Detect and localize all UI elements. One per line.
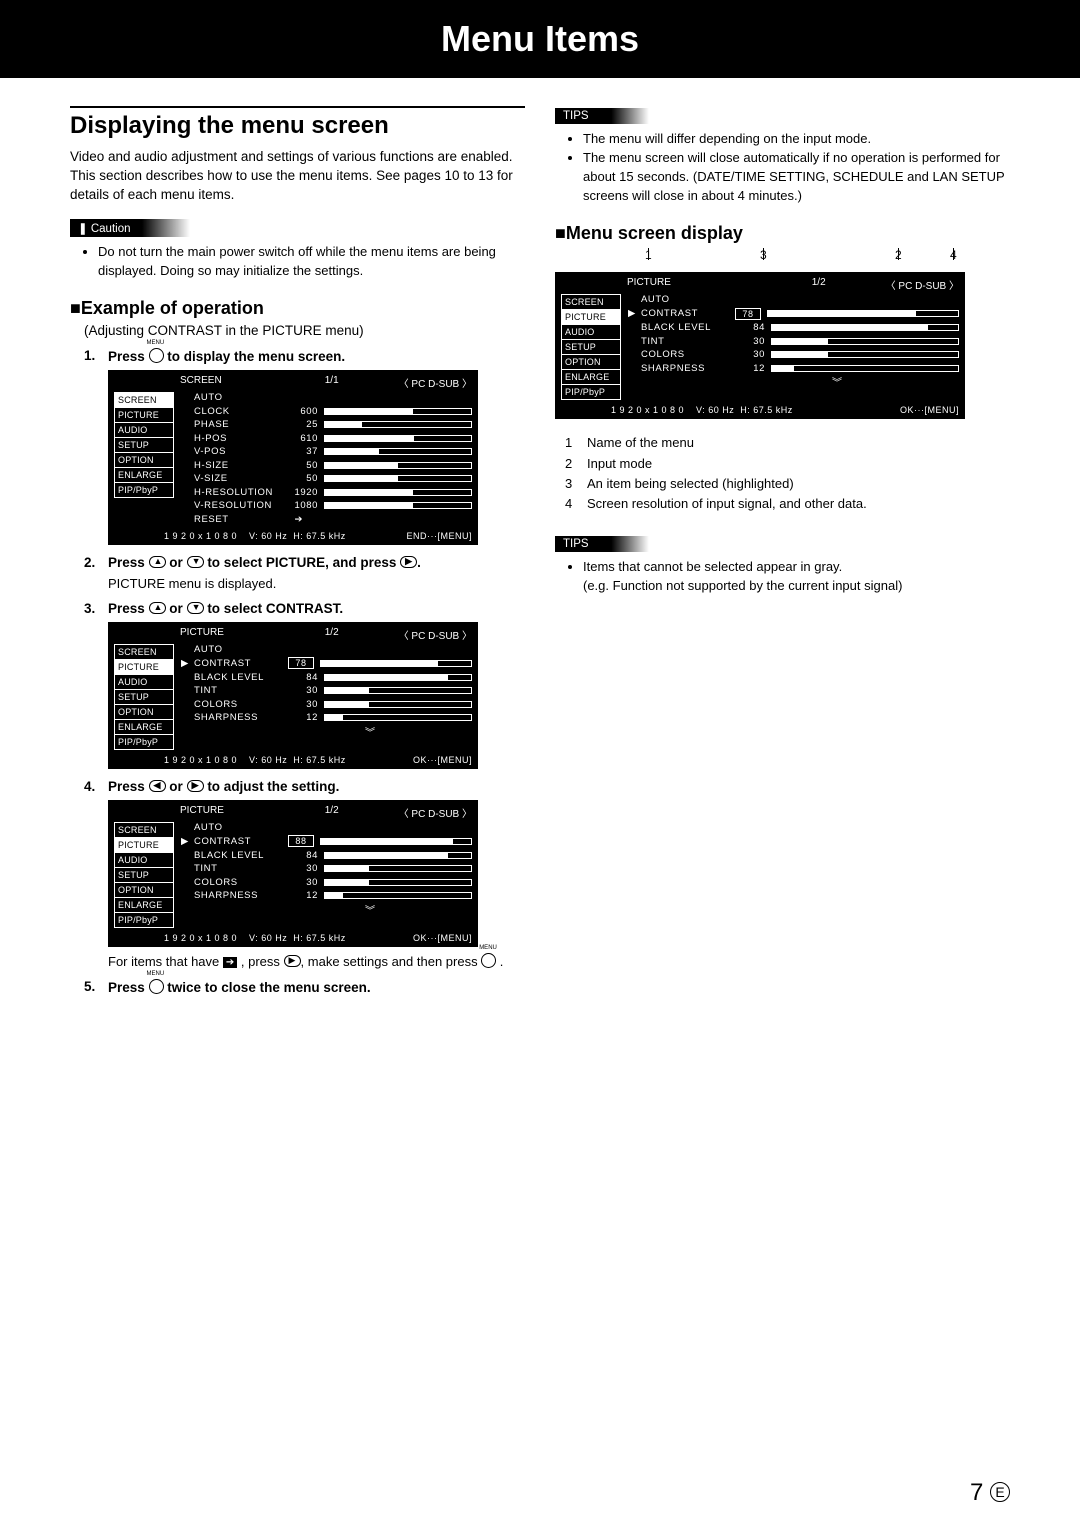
osd-picture-adjusted: PICTURE1/2〈 PC D-SUB 〉 SCREENPICTUREAUDI… <box>108 800 478 947</box>
menu-button-icon <box>149 348 164 363</box>
step-2-note: PICTURE menu is displayed. <box>108 576 525 591</box>
intro-text: Video and audio adjustment and settings … <box>70 148 525 205</box>
step-3: 3. Press or to select CONTRAST. <box>84 601 525 616</box>
step-5: 5. Press twice to close the menu screen. <box>84 979 525 995</box>
osd-annotated: PICTURE1/2〈 PC D-SUB 〉 SCREENPICTUREAUDI… <box>555 272 965 419</box>
left-button-icon <box>149 780 166 792</box>
right-button-icon <box>400 556 417 568</box>
left-column: Displaying the menu screen Video and aud… <box>70 106 525 1001</box>
right-button-icon <box>187 780 204 792</box>
down-button-icon <box>187 602 204 614</box>
chapter-title: Menu Items <box>0 0 1080 78</box>
step-2: 2. Press or to select PICTURE, and press… <box>84 555 525 570</box>
caution-list: Do not turn the main power switch off wh… <box>98 243 525 281</box>
menu-screen-heading: ■Menu screen display <box>555 223 1010 244</box>
callout-numbers: 1 3 2 4 <box>555 248 1010 266</box>
tips-label-2: TIPS <box>555 536 649 552</box>
right-button-icon <box>284 955 301 967</box>
step-1: 1. Press to display the menu screen. <box>84 348 525 364</box>
up-button-icon <box>149 556 166 568</box>
tips-label-1: TIPS <box>555 108 649 124</box>
tips-list-1: The menu will differ depending on the in… <box>583 130 1010 205</box>
menu-button-icon <box>481 953 496 968</box>
section-heading: Displaying the menu screen <box>70 106 525 140</box>
example-heading: ■Example of operation <box>70 298 525 319</box>
down-button-icon <box>187 556 204 568</box>
right-column: TIPS The menu will differ depending on t… <box>555 106 1010 1001</box>
step-4: 4. Press or to adjust the setting. <box>84 779 525 794</box>
osd-screen-menu: SCREEN1/1〈 PC D-SUB 〉 SCREENPICTUREAUDIO… <box>108 370 478 545</box>
example-sub: (Adjusting CONTRAST in the PICTURE menu) <box>84 323 525 338</box>
osd-picture-menu: PICTURE1/2〈 PC D-SUB 〉 SCREENPICTUREAUDI… <box>108 622 478 769</box>
arrow-icon: ➔ <box>223 957 237 968</box>
menu-button-icon <box>149 979 164 994</box>
page-number: 7 E <box>970 1479 1010 1507</box>
up-button-icon <box>149 602 166 614</box>
caution-label: ❚ Caution <box>70 219 190 237</box>
tips-list-2: Items that cannot be selected appear in … <box>583 558 1010 596</box>
step-4-note: For items that have ➔ , press , make set… <box>108 953 525 969</box>
callout-legend: 1Name of the menu2Input mode3An item bei… <box>565 433 1010 514</box>
